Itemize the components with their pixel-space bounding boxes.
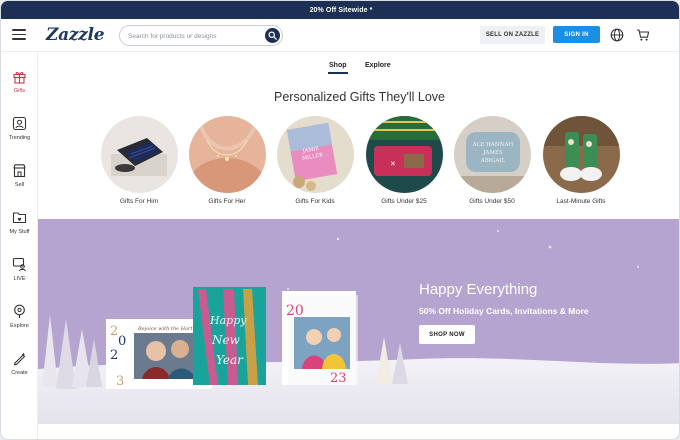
hero-banner[interactable]: 2 0 2 3 Rejoice with the Hart fam Happy … (38, 219, 679, 424)
search-bar (119, 25, 283, 46)
svg-text:3: 3 (116, 374, 124, 389)
tab-shop[interactable]: Shop (328, 62, 347, 74)
globe-icon[interactable] (610, 28, 624, 42)
search-button[interactable] (265, 28, 280, 43)
svg-text:0: 0 (118, 334, 126, 349)
sidebar-item-gifts[interactable]: Gifts (1, 69, 38, 107)
category-image (100, 116, 178, 193)
tab-explore[interactable]: Explore (365, 62, 391, 69)
svg-text:Year: Year (216, 353, 244, 367)
section-title: Personalized Gifts They'll Love (274, 90, 445, 104)
gift-icon (13, 72, 26, 84)
live-chat-icon (12, 257, 26, 272)
sidebar-item-sell[interactable]: Sell (1, 163, 38, 201)
left-sidebar: Gifts Trending Sell My Stuff LIVE Explor… (1, 52, 38, 439)
pin-icon (14, 304, 25, 318)
category-label: Gifts For Kids (295, 198, 335, 205)
search-icon (268, 31, 277, 40)
category-image (188, 116, 266, 193)
category-gifts-for-kids[interactable]: JAMIE MILLER Gifts For Kids (276, 116, 354, 205)
category-label: Gifts For Him (119, 198, 159, 205)
category-label: Last-Minute Gifts (556, 198, 606, 205)
sidebar-item-label: Gifts (13, 88, 26, 94)
category-image: JAMIE MILLER (276, 116, 354, 193)
sell-on-zazzle-button[interactable]: SELL ON ZAZZLE (480, 26, 545, 44)
category-last-minute-gifts[interactable]: Last-Minute Gifts (542, 116, 620, 205)
hero-illustration: 2 0 2 3 Rejoice with the Hart fam Happy … (38, 230, 679, 424)
category-gifts-under-50[interactable]: ALE HANNAH JAMES ABIGAIL Gifts Under $50 (453, 116, 531, 205)
promo-banner[interactable]: 20% Off Sitewide * (1, 1, 679, 19)
category-label: Gifts For Her (208, 198, 246, 205)
sign-in-button[interactable]: SIGN IN (553, 26, 600, 43)
svg-text:New: New (211, 333, 241, 347)
svg-text:✕: ✕ (390, 161, 396, 168)
sidebar-item-label: Create (11, 370, 28, 376)
page-tabs: Shop Explore (38, 52, 679, 78)
hero-subtitle: 50% Off Holiday Cards, Invitations & Mor… (419, 306, 589, 316)
browser-frame: 20% Off Sitewide * Zazzle SELL ON ZAZZLE… (0, 0, 680, 440)
sidebar-item-label: Explore (10, 323, 29, 329)
zazzle-logo[interactable]: Zazzle (46, 25, 105, 45)
svg-text:ABIGAIL: ABIGAIL (479, 158, 505, 164)
sidebar-item-label: My Stuff (9, 229, 30, 235)
sidebar-item-label: Trending (8, 135, 31, 141)
sidebar-item-label: Sell (14, 182, 25, 188)
svg-text:JAMES: JAMES (482, 150, 503, 156)
category-label: Gifts Under $25 (381, 198, 427, 205)
cart-icon[interactable] (636, 28, 650, 42)
folder-heart-icon (12, 212, 27, 224)
shop-now-button[interactable]: SHOP NOW (419, 325, 475, 344)
svg-text:20: 20 (286, 303, 304, 319)
category-gifts-under-25[interactable]: ✕ Gifts Under $25 (365, 116, 443, 205)
svg-text:ALE HANNAH: ALE HANNAH (471, 142, 513, 148)
menu-icon[interactable] (12, 29, 26, 40)
category-image: ✕ (365, 116, 443, 193)
svg-text:Happy: Happy (209, 314, 247, 327)
trending-icon (12, 116, 27, 131)
store-icon (13, 164, 26, 178)
sidebar-item-trending[interactable]: Trending (1, 116, 38, 154)
search-input[interactable] (128, 29, 258, 43)
site-header: Zazzle SELL ON ZAZZLE SIGN IN (1, 19, 679, 52)
hero-title: Happy Everything (419, 281, 538, 298)
sidebar-item-label: LIVE (13, 276, 26, 282)
sidebar-item-create[interactable]: Create (1, 351, 38, 389)
category-image (542, 116, 620, 193)
sidebar-item-live[interactable]: LIVE (1, 257, 38, 295)
category-gifts-for-him[interactable]: Gifts For Him (100, 116, 178, 205)
category-gifts-for-her[interactable]: Gifts For Her (188, 116, 266, 205)
category-label: Gifts Under $50 (469, 198, 515, 205)
svg-text:23: 23 (330, 371, 347, 386)
sidebar-item-explore[interactable]: Explore (1, 304, 38, 342)
sidebar-item-my-stuff[interactable]: My Stuff (1, 210, 38, 248)
svg-text:2: 2 (110, 348, 118, 363)
category-image: ALE HANNAH JAMES ABIGAIL (453, 116, 531, 193)
pen-icon (13, 352, 26, 366)
